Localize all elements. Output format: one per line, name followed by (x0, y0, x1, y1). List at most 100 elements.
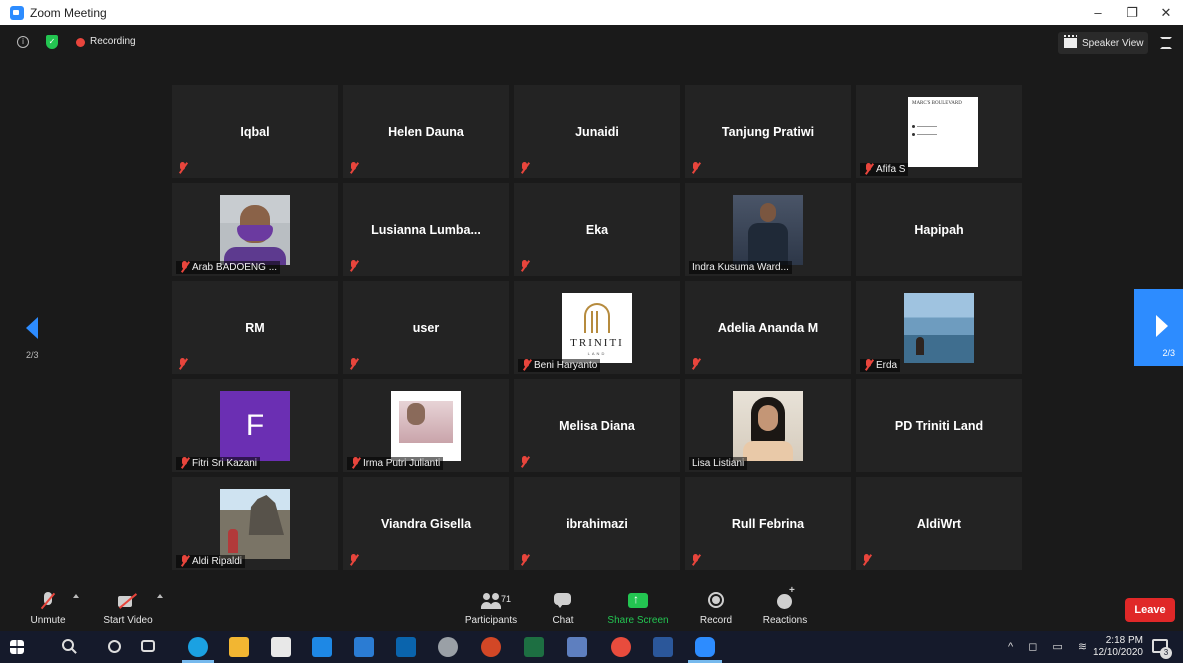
security-shield-icon[interactable]: ✓ (46, 35, 58, 49)
muted-mic-icon (519, 554, 530, 566)
participant-name: RM (245, 320, 265, 335)
word-icon[interactable] (653, 637, 673, 657)
participant-tile[interactable]: Hapipah (856, 183, 1022, 276)
participant-tile[interactable]: Helen Dauna (343, 85, 509, 178)
store-icon[interactable] (271, 637, 291, 657)
participant-tile[interactable]: TRINITI LAND Beni Haryanto (514, 281, 680, 374)
participant-tile[interactable]: MARC'S BOULEVARD Afifa S (856, 85, 1022, 178)
info-icon[interactable]: i (17, 36, 29, 48)
participant-tile[interactable]: AldiWrt (856, 477, 1022, 570)
video-off-icon (117, 591, 139, 611)
file-explorer-icon[interactable] (229, 637, 249, 657)
participant-tile[interactable]: Junaidi (514, 85, 680, 178)
person-figure (743, 441, 793, 461)
muted-mic-icon (690, 358, 701, 370)
chrome-icon[interactable] (611, 637, 631, 657)
participant-tile[interactable]: F Fitri Sri Kazani (172, 379, 338, 472)
participants-count: 71 (501, 594, 512, 604)
record-button[interactable]: Record (697, 584, 735, 631)
participant-name: Tanjung Pratiwi (721, 124, 815, 139)
muted-mic-icon (179, 261, 190, 273)
participant-tile[interactable]: Aldi Ripaldi (172, 477, 338, 570)
person-figure (748, 223, 788, 265)
record-icon (705, 591, 727, 611)
video-options-chevron-icon[interactable] (157, 594, 163, 598)
window-title: Zoom Meeting (30, 5, 107, 20)
clock-time: 2:18 PM (1105, 635, 1143, 646)
participant-label: Irma Putri Julianti (347, 457, 444, 470)
app-icon[interactable] (567, 637, 587, 657)
participant-label-text: Beni Haryanto (534, 360, 598, 371)
audio-options-chevron-icon[interactable] (73, 594, 79, 598)
participant-tile[interactable]: Lusianna Lumba... (343, 183, 509, 276)
search-icon[interactable] (62, 639, 74, 651)
participant-tile[interactable]: Irma Putri Julianti (343, 379, 509, 472)
participant-name: Lusianna Lumba... (371, 222, 481, 237)
share-screen-button[interactable]: Share Screen (607, 584, 669, 631)
outlook-icon[interactable] (396, 637, 416, 657)
leave-button[interactable]: Leave (1125, 598, 1175, 622)
participant-tile[interactable]: user (343, 281, 509, 374)
chat-icon (552, 591, 574, 611)
next-page-button[interactable]: 2/3 (1134, 289, 1183, 366)
participant-tile[interactable]: Indra Kusuma Ward... (685, 183, 851, 276)
participant-tile[interactable]: Iqbal (172, 85, 338, 178)
participant-name: Rull Febrina (731, 516, 805, 531)
system-tray-icons[interactable]: ^ ◻ ▭ ≋ (1008, 640, 1093, 653)
mail-icon[interactable] (354, 637, 374, 657)
notifications-count: 3 (1160, 647, 1172, 659)
zoom-taskbar-icon[interactable] (695, 637, 715, 657)
clock[interactable]: 2:18 PM 12/10/2020 (1093, 635, 1143, 659)
participant-tile[interactable]: Rull Febrina (685, 477, 851, 570)
recording-dot-icon (76, 38, 85, 47)
paint-icon[interactable] (438, 637, 458, 657)
muted-mic-icon (348, 554, 359, 566)
minimize-button[interactable]: – (1081, 0, 1115, 25)
muted-mic-icon (348, 358, 359, 370)
restore-button[interactable]: ❐ (1115, 0, 1149, 25)
profile-picture: MARC'S BOULEVARD (908, 97, 978, 167)
powerpoint-icon[interactable] (481, 637, 501, 657)
unmute-button[interactable]: Unmute (28, 584, 68, 631)
start-video-button[interactable]: Start Video (100, 584, 156, 631)
participant-label-text: Irma Putri Julianti (363, 458, 441, 469)
excel-icon[interactable] (524, 637, 544, 657)
participant-tile[interactable]: Eka (514, 183, 680, 276)
participant-tile[interactable]: ibrahimazi (514, 477, 680, 570)
participants-button[interactable]: Participants (460, 584, 522, 631)
participant-name: PD Triniti Land (894, 418, 984, 433)
participant-tile[interactable]: Lisa Listiani (685, 379, 851, 472)
participant-name: Adelia Ananda M (717, 320, 819, 335)
cortana-icon[interactable] (108, 640, 121, 653)
participant-tile[interactable]: PD Triniti Land (856, 379, 1022, 472)
participant-tile[interactable]: RM (172, 281, 338, 374)
triniti-logo-icon (584, 303, 610, 333)
temple-image (248, 495, 284, 535)
app-l-icon[interactable] (312, 637, 332, 657)
reactions-button[interactable]: Reactions (761, 584, 809, 631)
participant-tile[interactable]: Adelia Ananda M (685, 281, 851, 374)
muted-mic-icon (519, 260, 530, 272)
profile-picture (220, 489, 290, 559)
speaker-view-button[interactable]: Speaker View (1058, 32, 1148, 54)
participant-name: AldiWrt (916, 516, 962, 531)
profile-picture (733, 391, 803, 461)
share-screen-icon (627, 591, 649, 611)
participant-tile[interactable]: Melisa Diana (514, 379, 680, 472)
fullscreen-icon[interactable] (1160, 37, 1172, 49)
start-video-label: Start Video (103, 615, 153, 626)
edge-browser-icon[interactable] (188, 637, 208, 657)
close-button[interactable]: ✕ (1149, 0, 1183, 25)
participant-tile[interactable]: Tanjung Pratiwi (685, 85, 851, 178)
muted-mic-icon (861, 554, 872, 566)
participant-tile[interactable]: Erda (856, 281, 1022, 374)
participant-video (733, 195, 803, 265)
participant-tile[interactable]: Viandra Gisella (343, 477, 509, 570)
task-view-icon[interactable] (141, 640, 155, 652)
muted-mic-icon (519, 162, 530, 174)
chat-button[interactable]: Chat (548, 584, 578, 631)
previous-page-button[interactable] (24, 317, 40, 343)
windows-start-icon[interactable] (10, 640, 24, 654)
unmute-label: Unmute (30, 615, 66, 626)
participant-tile[interactable]: Arab BADOENG ... (172, 183, 338, 276)
